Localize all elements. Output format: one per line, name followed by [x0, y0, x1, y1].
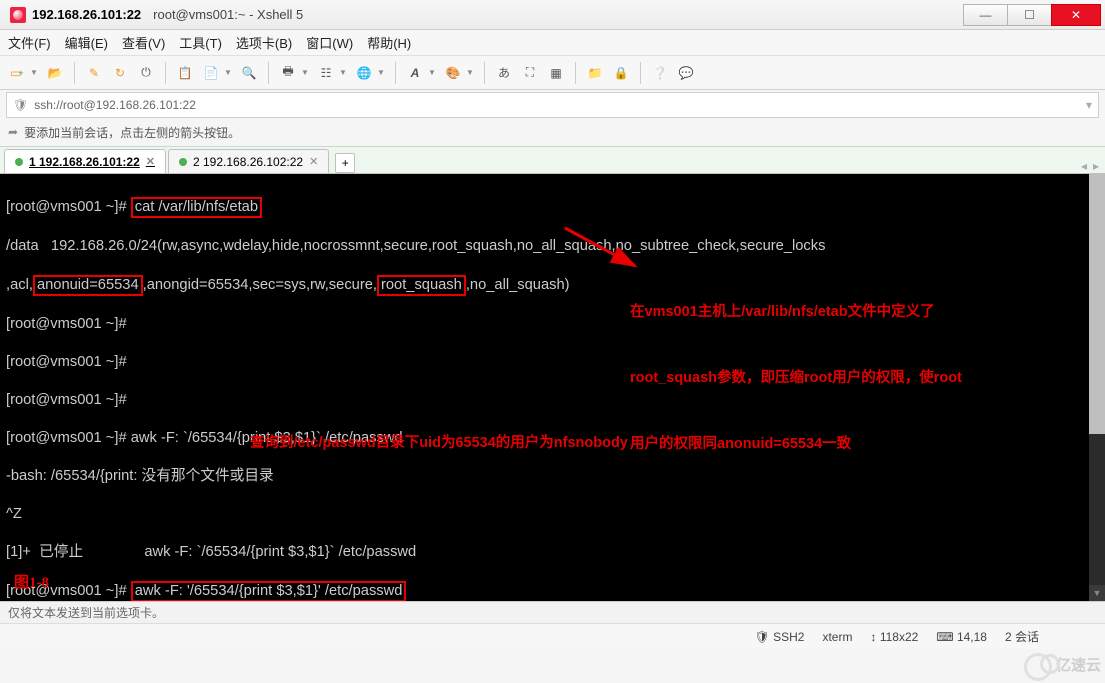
tab-prev-icon[interactable]: ◂: [1081, 159, 1087, 173]
hint-text: 要添加当前会话，点击左侧的箭头按钮。: [24, 124, 240, 141]
minimize-button[interactable]: —: [963, 4, 1008, 26]
terminal-output: /data 192.168.26.0/24(rw,async,wdelay,hi…: [6, 237, 1099, 256]
globe-icon[interactable]: 🌐: [353, 62, 375, 84]
status-bar-2: 🛡 SSH2 xterm ↕ 118x22 ⌨ 14,18 2 会话: [0, 623, 1105, 649]
fullscreen-icon[interactable]: ⛶: [519, 62, 541, 84]
new-session-icon[interactable]: ▭+: [6, 62, 28, 84]
open-icon[interactable]: 📂: [44, 62, 66, 84]
chat-icon[interactable]: 💬: [675, 62, 697, 84]
dropdown-icon[interactable]: ▼: [428, 68, 436, 77]
tile-icon[interactable]: ▦: [545, 62, 567, 84]
watermark: 亿速云: [1024, 653, 1101, 681]
dropdown-icon[interactable]: ▼: [301, 68, 309, 77]
scroll-down-icon[interactable]: ▼: [1089, 585, 1105, 601]
status-termtype: xterm: [822, 630, 852, 644]
status-dot-icon: [179, 158, 187, 166]
highlight-root-squash: root_squash: [377, 275, 466, 296]
maximize-button[interactable]: ☐: [1007, 4, 1052, 26]
tab-close-icon[interactable]: ✕: [309, 155, 318, 168]
highlight-anonuid: anonuid=65534: [33, 275, 143, 296]
terminal-scrollbar[interactable]: ▲ ▼: [1089, 174, 1105, 601]
annotation-1: 在vms001主机上/var/lib/nfs/etab文件中定义了 root_s…: [630, 257, 1060, 477]
status-sessions: 2 会话: [1005, 628, 1039, 645]
close-button[interactable]: ✕: [1051, 4, 1101, 26]
annotation-2: 查询到/etc/passwd目录下uid为65534的用户为nfsnobody: [250, 432, 628, 454]
status-pos: ⌨ 14,18: [936, 630, 987, 644]
reconnect-icon[interactable]: ↻: [109, 62, 131, 84]
app-icon: [10, 7, 26, 23]
props-icon[interactable]: ☷: [315, 62, 337, 84]
tab-label: 1 192.168.26.101:22: [29, 155, 140, 169]
print-icon[interactable]: 🖶: [277, 62, 299, 84]
tab-close-icon[interactable]: ✕: [146, 155, 155, 168]
disconnect-icon[interactable]: ⏻: [135, 62, 157, 84]
dropdown-icon[interactable]: ▼: [224, 68, 232, 77]
status-text: 仅将文本发送到当前选项卡。: [8, 604, 164, 621]
menu-window[interactable]: 窗口(W): [306, 33, 353, 52]
dropdown-icon[interactable]: ▼: [30, 68, 38, 77]
tab-label: 2 192.168.26.102:22: [193, 155, 303, 169]
lock-icon[interactable]: 🔒: [610, 62, 632, 84]
encoding-icon[interactable]: あ: [493, 62, 515, 84]
menu-edit[interactable]: 编辑(E): [65, 33, 108, 52]
figure-label: 图1-8: [14, 574, 49, 593]
tab-add-button[interactable]: +: [335, 153, 355, 173]
terminal-stopped: [1]+ 已停止 awk -F: `/65534/{print $3,$1}` …: [6, 543, 1099, 562]
scroll-thumb[interactable]: [1089, 174, 1105, 434]
hint-bar: ➦ 要添加当前会话，点击左侧的箭头按钮。: [6, 120, 1099, 144]
find-icon[interactable]: 🔍: [238, 62, 260, 84]
highlight-cmd-awk: awk -F: '/65534/{print $3,$1}' /etc/pass…: [131, 581, 407, 601]
toolbar: ▭+▼ 📂 ✎ ↻ ⏻ 📋 📄▼ 🔍 🖶▼ ☷▼ 🌐▼ A▼ 🎨▼ あ ⛶ ▦ …: [0, 56, 1105, 90]
menu-view[interactable]: 查看(V): [122, 33, 165, 52]
palette-icon[interactable]: 🎨: [442, 62, 464, 84]
session-tab-2[interactable]: 2 192.168.26.102:22 ✕: [168, 149, 329, 173]
title-ip: 192.168.26.101:22: [32, 7, 141, 22]
xftp-icon[interactable]: 📁: [584, 62, 606, 84]
terminal[interactable]: [root@vms001 ~]# cat /var/lib/nfs/etab /…: [0, 174, 1105, 601]
font-icon[interactable]: A: [404, 62, 426, 84]
titlebar: 192.168.26.101:22 root@vms001:~ - Xshell…: [0, 0, 1105, 30]
hint-arrow-icon[interactable]: ➦: [8, 125, 18, 139]
menu-tools[interactable]: 工具(T): [179, 33, 222, 52]
lock-icon: 🛡: [13, 98, 28, 112]
tab-next-icon[interactable]: ▸: [1093, 159, 1099, 173]
dropdown-icon[interactable]: ▼: [466, 68, 474, 77]
title-sub: root@vms001:~ - Xshell 5: [153, 7, 303, 22]
status-dot-icon: [15, 158, 23, 166]
tab-nav: ◂ ▸: [1081, 159, 1099, 173]
dropdown-icon[interactable]: ▼: [377, 68, 385, 77]
terminal-ctrlz: ^Z: [6, 505, 1099, 524]
menu-file[interactable]: 文件(F): [8, 33, 51, 52]
address-dropdown-icon[interactable]: ▾: [1086, 98, 1092, 112]
menu-tab[interactable]: 选项卡(B): [236, 33, 292, 52]
menubar: 文件(F) 编辑(E) 查看(V) 工具(T) 选项卡(B) 窗口(W) 帮助(…: [0, 30, 1105, 56]
status-protocol: 🛡 SSH2: [755, 630, 805, 644]
paste-icon[interactable]: 📄: [200, 62, 222, 84]
address-bar[interactable]: 🛡 ssh://root@192.168.26.101:22 ▾: [6, 92, 1099, 118]
status-size: ↕ 118x22: [870, 630, 918, 644]
highlight-cmd-cat: cat /var/lib/nfs/etab: [131, 197, 262, 218]
help-icon[interactable]: ❔: [649, 62, 671, 84]
copy-icon[interactable]: 📋: [174, 62, 196, 84]
status-bar-1: 仅将文本发送到当前选项卡。: [0, 601, 1105, 623]
tab-bar: 1 192.168.26.101:22 ✕ 2 192.168.26.102:2…: [0, 146, 1105, 174]
dropdown-icon[interactable]: ▼: [339, 68, 347, 77]
menu-help[interactable]: 帮助(H): [367, 33, 411, 52]
session-tab-1[interactable]: 1 192.168.26.101:22 ✕: [4, 149, 166, 173]
new-icon[interactable]: ✎: [83, 62, 105, 84]
address-text: ssh://root@192.168.26.101:22: [34, 98, 196, 112]
